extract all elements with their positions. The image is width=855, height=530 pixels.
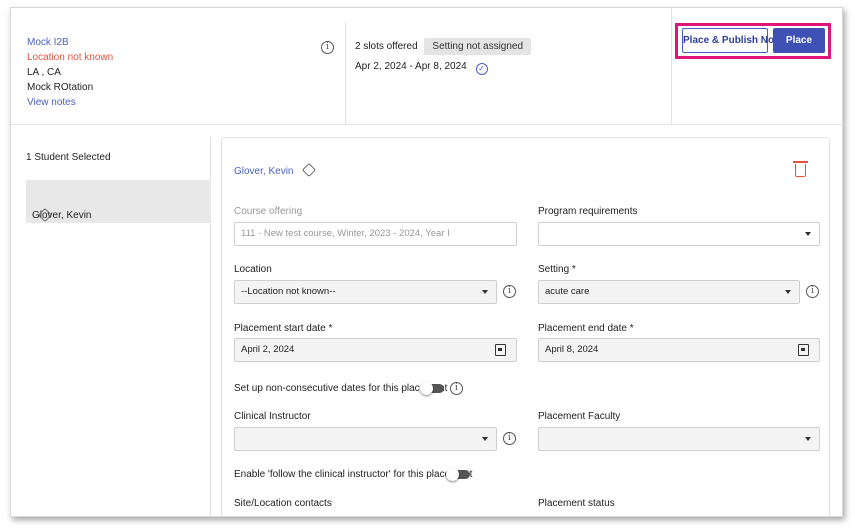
follow-instructor-toggle[interactable]: [446, 468, 470, 481]
divider: [671, 8, 672, 125]
trash-icon[interactable]: [793, 161, 808, 177]
place-button[interactable]: Place: [773, 28, 825, 53]
setting-value: acute care: [545, 286, 590, 297]
chevron-down-icon: [805, 232, 811, 236]
course-offering-field: 111 - New test course, Winter, 2023 - 20…: [234, 222, 517, 246]
rotation-name: Mock ROtation: [27, 82, 94, 93]
setting-status-badge: Setting not assigned: [424, 38, 532, 55]
program-requirements-label: Program requirements: [538, 206, 638, 217]
rotation-title[interactable]: Mock I2B: [27, 35, 113, 50]
info-icon[interactable]: i: [321, 41, 334, 54]
non-consecutive-label: Set up non-consecutive dates for this pl…: [234, 383, 448, 394]
location-status: Location not known: [27, 52, 114, 63]
tag-icon[interactable]: [302, 162, 317, 178]
end-date-value: April 8, 2024: [545, 344, 599, 355]
info-icon[interactable]: i: [503, 432, 516, 445]
setting-select[interactable]: acute care: [538, 280, 800, 304]
divider: [345, 22, 346, 125]
slots-summary: 2 slots offered Setting not assigned: [355, 38, 532, 55]
toggle-knob: [446, 468, 459, 481]
date-range: Apr 2, 2024 - Apr 8, 2024 ✓: [355, 61, 488, 75]
setting-label: Setting *: [538, 264, 576, 275]
calendar-icon[interactable]: [495, 344, 506, 356]
student-list-item[interactable]: Glover, Kevin: [26, 180, 211, 223]
placement-form-card: Glover, Kevin Course offering 111 - New …: [221, 137, 830, 516]
course-offering-label: Course offering: [234, 206, 303, 217]
student-name-link[interactable]: Glover, Kevin: [234, 166, 293, 177]
place-publish-now-button[interactable]: Place & Publish Now: [682, 28, 782, 53]
app-window: Mock I2B Location not known LA , CA Mock…: [10, 7, 843, 517]
clinical-instructor-label: Clinical Instructor: [234, 411, 311, 422]
program-requirements-select[interactable]: [538, 222, 820, 246]
site-contacts-label: Site/Location contacts: [234, 498, 332, 509]
rotation-info: Mock I2B Location not known LA , CA Mock…: [27, 35, 113, 110]
student-list-panel: 1 Student Selected Glover, Kevin: [24, 137, 211, 516]
info-icon[interactable]: i: [503, 285, 516, 298]
end-date-label: Placement end date *: [538, 323, 634, 334]
toggle-knob: [420, 382, 433, 395]
date-range-text: Apr 2, 2024 - Apr 8, 2024: [355, 61, 467, 72]
placement-header: Mock I2B Location not known LA , CA Mock…: [11, 8, 842, 125]
selected-count: 1 Student Selected: [26, 152, 111, 163]
info-icon[interactable]: i: [450, 382, 463, 395]
clinical-instructor-select[interactable]: [234, 427, 497, 451]
region-text: LA , CA: [27, 67, 61, 78]
chevron-down-icon: [482, 437, 488, 441]
start-date-field[interactable]: April 2, 2024: [234, 338, 517, 362]
view-notes-link[interactable]: View notes: [27, 95, 113, 110]
follow-instructor-label: Enable 'follow the clinical instructor' …: [234, 469, 473, 480]
start-date-value: April 2, 2024: [241, 344, 295, 355]
chevron-down-icon: [482, 290, 488, 294]
location-select[interactable]: --Location not known--: [234, 280, 497, 304]
check-circle-icon: ✓: [475, 63, 488, 75]
end-date-field[interactable]: April 8, 2024: [538, 338, 820, 362]
placement-faculty-label: Placement Faculty: [538, 411, 621, 422]
slots-offered-text: 2 slots offered: [355, 41, 418, 52]
chevron-down-icon: [785, 290, 791, 294]
non-consecutive-toggle[interactable]: [420, 382, 444, 395]
start-date-label: Placement start date *: [234, 323, 333, 334]
location-label: Location: [234, 264, 272, 275]
calendar-icon[interactable]: [798, 344, 809, 356]
placement-faculty-select[interactable]: [538, 427, 820, 451]
student-header: Glover, Kevin: [234, 162, 317, 178]
chevron-down-icon: [805, 437, 811, 441]
course-offering-value: 111 - New test course, Winter, 2023 - 20…: [241, 228, 450, 239]
placement-status-label: Placement status: [538, 498, 615, 509]
location-value: --Location not known--: [241, 286, 336, 297]
info-icon[interactable]: i: [806, 285, 819, 298]
